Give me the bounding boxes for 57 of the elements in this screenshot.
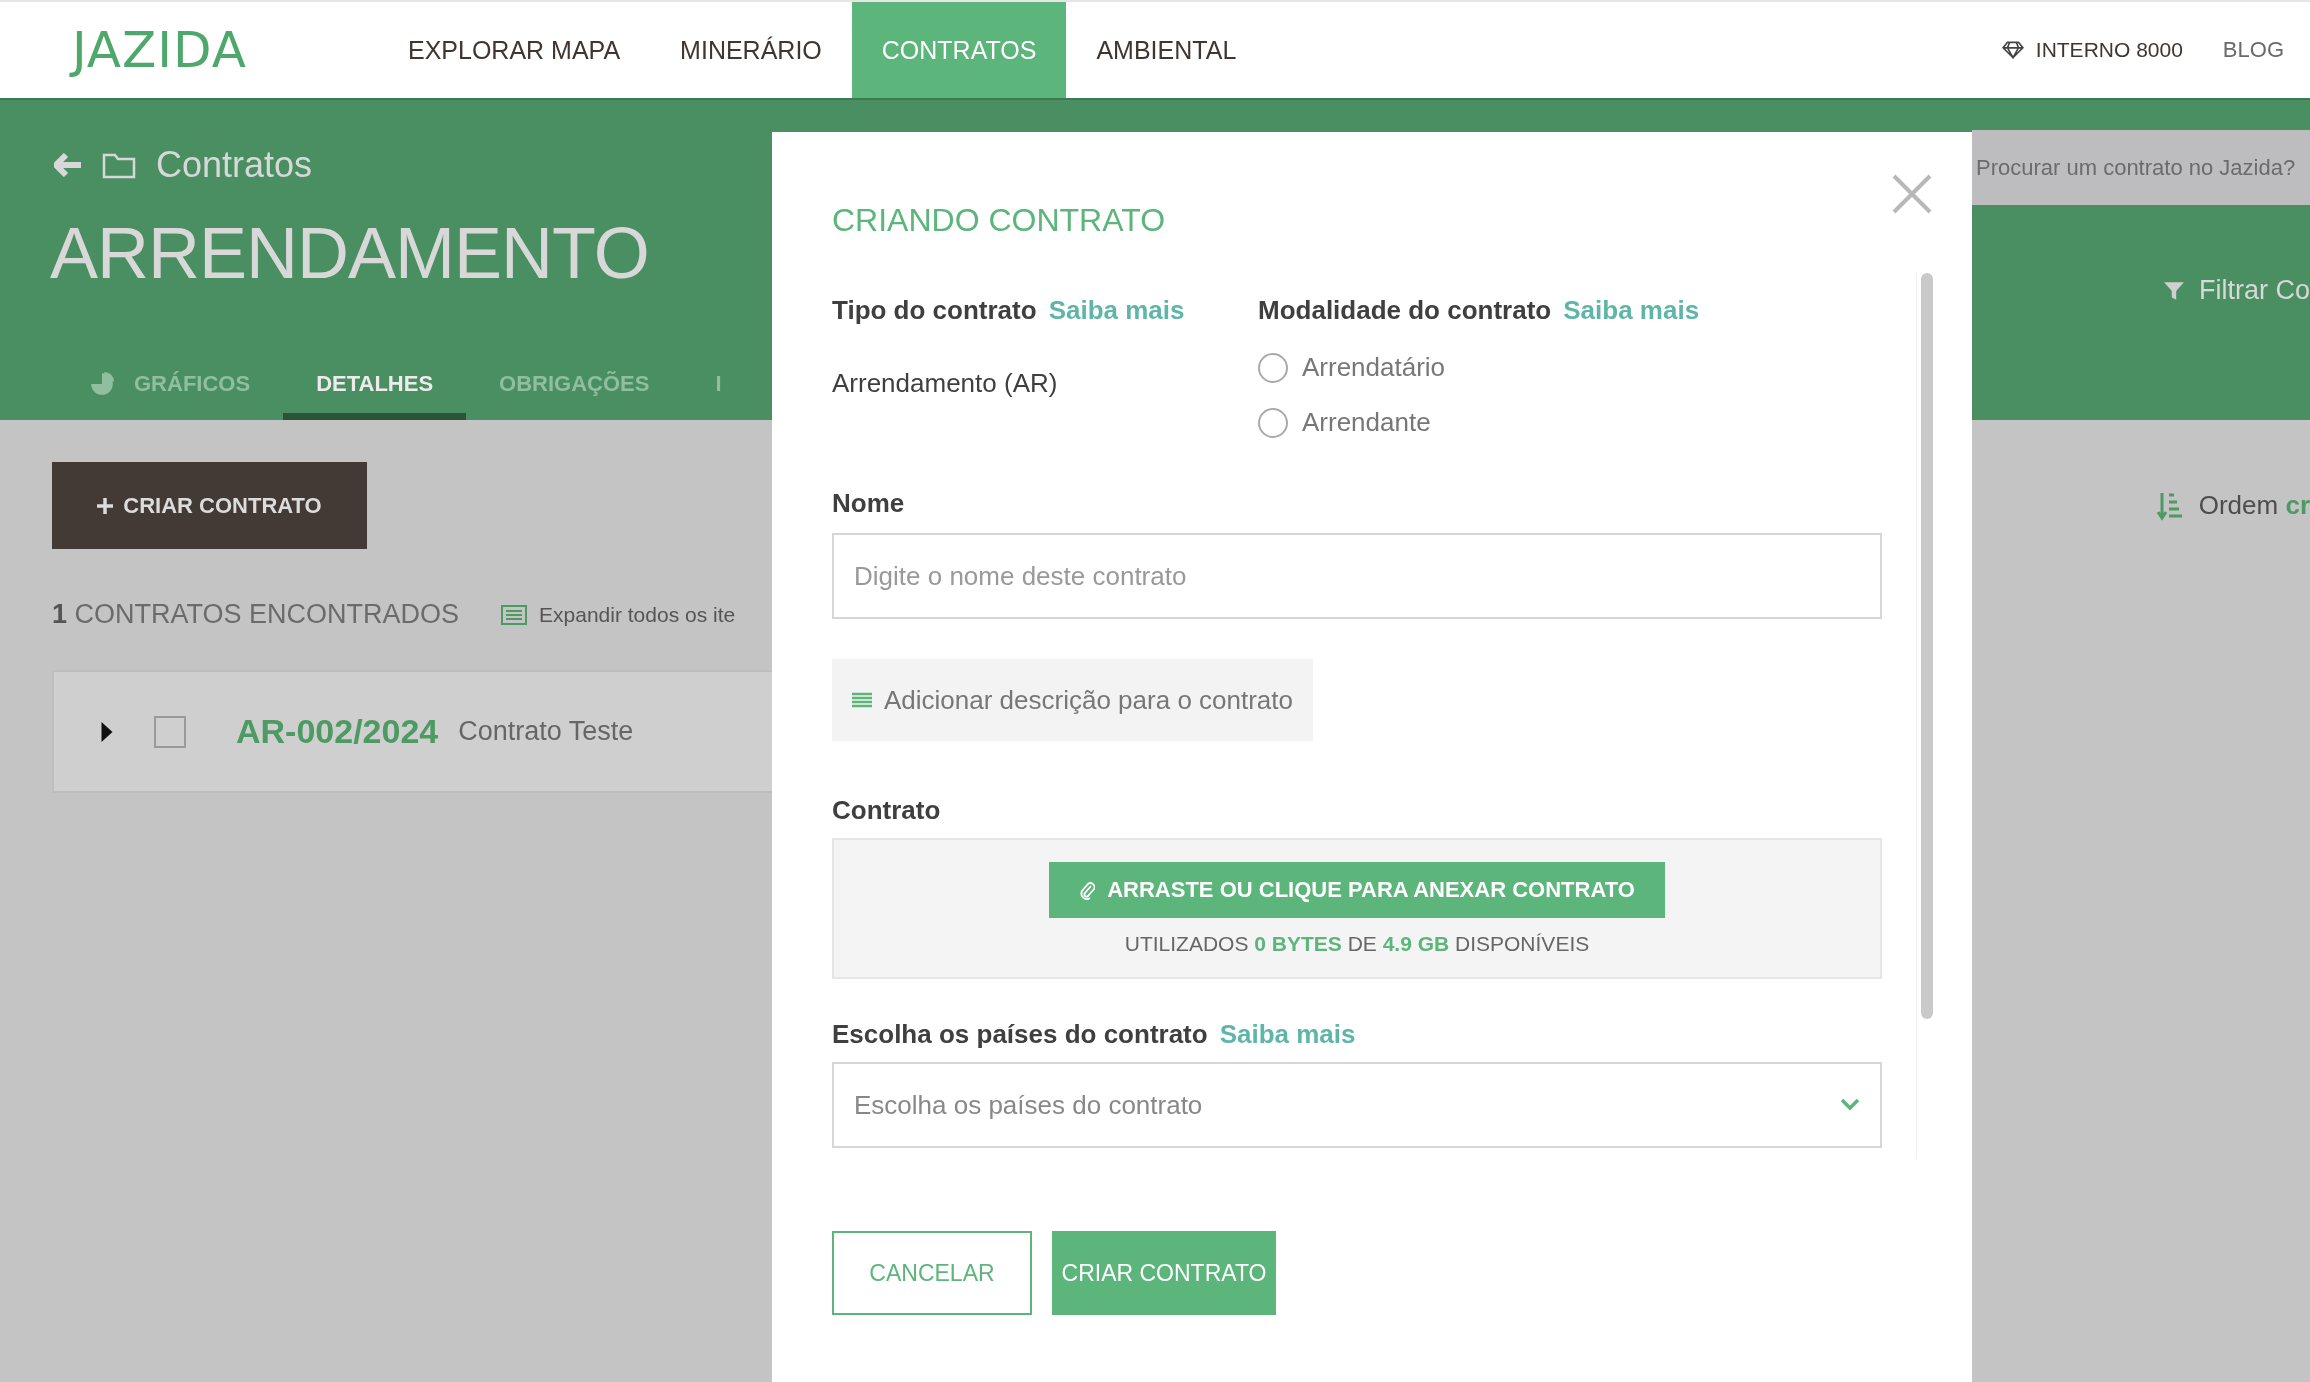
- file-drop-zone[interactable]: ARRASTE OU CLIQUE PARA ANEXAR CONTRATO UTILIZADOS 0 BYTES DE 4.9 GB DISPONÍVEIS: [832, 838, 1882, 979]
- field-label: Contrato: [832, 795, 941, 826]
- plan-link[interactable]: INTERNO 8000: [2035, 38, 2183, 62]
- lines-icon: [852, 692, 872, 708]
- filter-icon[interactable]: [2163, 279, 2185, 302]
- radio-label[interactable]: Arrendante: [1302, 407, 1431, 438]
- tab[interactable]: I: [682, 354, 755, 420]
- paperclip-icon: [1079, 879, 1096, 900]
- name-input-field[interactable]: Digite o nome deste contrato: [832, 533, 1882, 619]
- tab[interactable]: OBRIGAÇÕES: [466, 354, 683, 420]
- checkbox[interactable]: [154, 715, 186, 748]
- folder-icon: [102, 151, 136, 179]
- results-count: 1 CONTRATOS ENCONTRADOS: [52, 599, 460, 630]
- countries-select[interactable]: Escolha os países do contrato: [832, 1062, 1882, 1148]
- modal-title: CRIANDO CONTRATO: [832, 202, 1167, 239]
- submit-button[interactable]: CRIAR CONTRATO: [1052, 1231, 1276, 1315]
- list-icon[interactable]: [501, 604, 528, 625]
- contract-name: Contrato Teste: [458, 716, 634, 747]
- diamond-icon: [2001, 41, 2024, 59]
- radio-button[interactable]: [1258, 352, 1288, 383]
- field-label: Nome: [832, 488, 905, 519]
- expand-all-link[interactable]: Expandir todos os ite: [539, 602, 736, 627]
- contract-code[interactable]: AR-002/2024: [236, 712, 439, 751]
- chevron-down-icon: [1840, 1098, 1860, 1112]
- nav-tab[interactable]: CONTRATOS: [851, 2, 1067, 98]
- nav-tab[interactable]: EXPLORAR MAPA: [378, 2, 651, 98]
- learn-more-link[interactable]: Saiba mais: [1219, 1019, 1356, 1050]
- learn-more-link[interactable]: Saiba mais: [1048, 295, 1185, 326]
- nav-tab[interactable]: AMBIENTAL: [1066, 2, 1267, 98]
- page-title: ARRENDAMENTO: [50, 212, 650, 294]
- scrollbar[interactable]: [1921, 273, 1933, 1019]
- add-description-button[interactable]: Adicionar descrição para o contrato: [832, 659, 1313, 741]
- blog-link[interactable]: BLOG: [2222, 37, 2284, 63]
- sort-label[interactable]: Ordem cr: [2198, 490, 2310, 521]
- field-label: Escolha os países do contrato: [832, 1019, 1208, 1050]
- expand-triangle-icon[interactable]: [100, 720, 114, 743]
- tab[interactable]: GRÁFICOS: [90, 354, 284, 420]
- tab[interactable]: DETALHES: [283, 354, 467, 420]
- close-icon[interactable]: [1892, 174, 1932, 214]
- cancel-button[interactable]: CANCELAR: [832, 1231, 1032, 1315]
- plus-icon: [97, 497, 114, 514]
- nav-tab[interactable]: MINERÁRIO: [650, 2, 852, 98]
- radio-button[interactable]: [1258, 407, 1288, 438]
- field-label: Modalidade do contrato: [1258, 295, 1552, 326]
- attach-file-button[interactable]: ARRASTE OU CLIQUE PARA ANEXAR CONTRATO: [1049, 861, 1665, 918]
- contract-type-value: Arrendamento (AR): [832, 368, 1059, 399]
- field-label: Tipo do contrato: [832, 295, 1037, 326]
- back-arrow-icon[interactable]: [54, 153, 82, 177]
- learn-more-link[interactable]: Saiba mais: [1563, 295, 1700, 326]
- radio-label[interactable]: Arrendatário: [1302, 352, 1446, 383]
- sort-icon[interactable]: [2156, 490, 2183, 521]
- breadcrumb-link[interactable]: Contratos: [156, 144, 313, 186]
- storage-usage-text: UTILIZADOS 0 BYTES DE 4.9 GB DISPONÍVEIS: [1124, 931, 1590, 956]
- search-field[interactable]: Procurar um contrato no Jazida?: [1972, 130, 2310, 205]
- pie-chart-icon: [90, 371, 114, 396]
- create-contract-button[interactable]: CRIAR CONTRATO: [52, 462, 367, 549]
- filter-link[interactable]: Filtrar Co: [2199, 275, 2310, 306]
